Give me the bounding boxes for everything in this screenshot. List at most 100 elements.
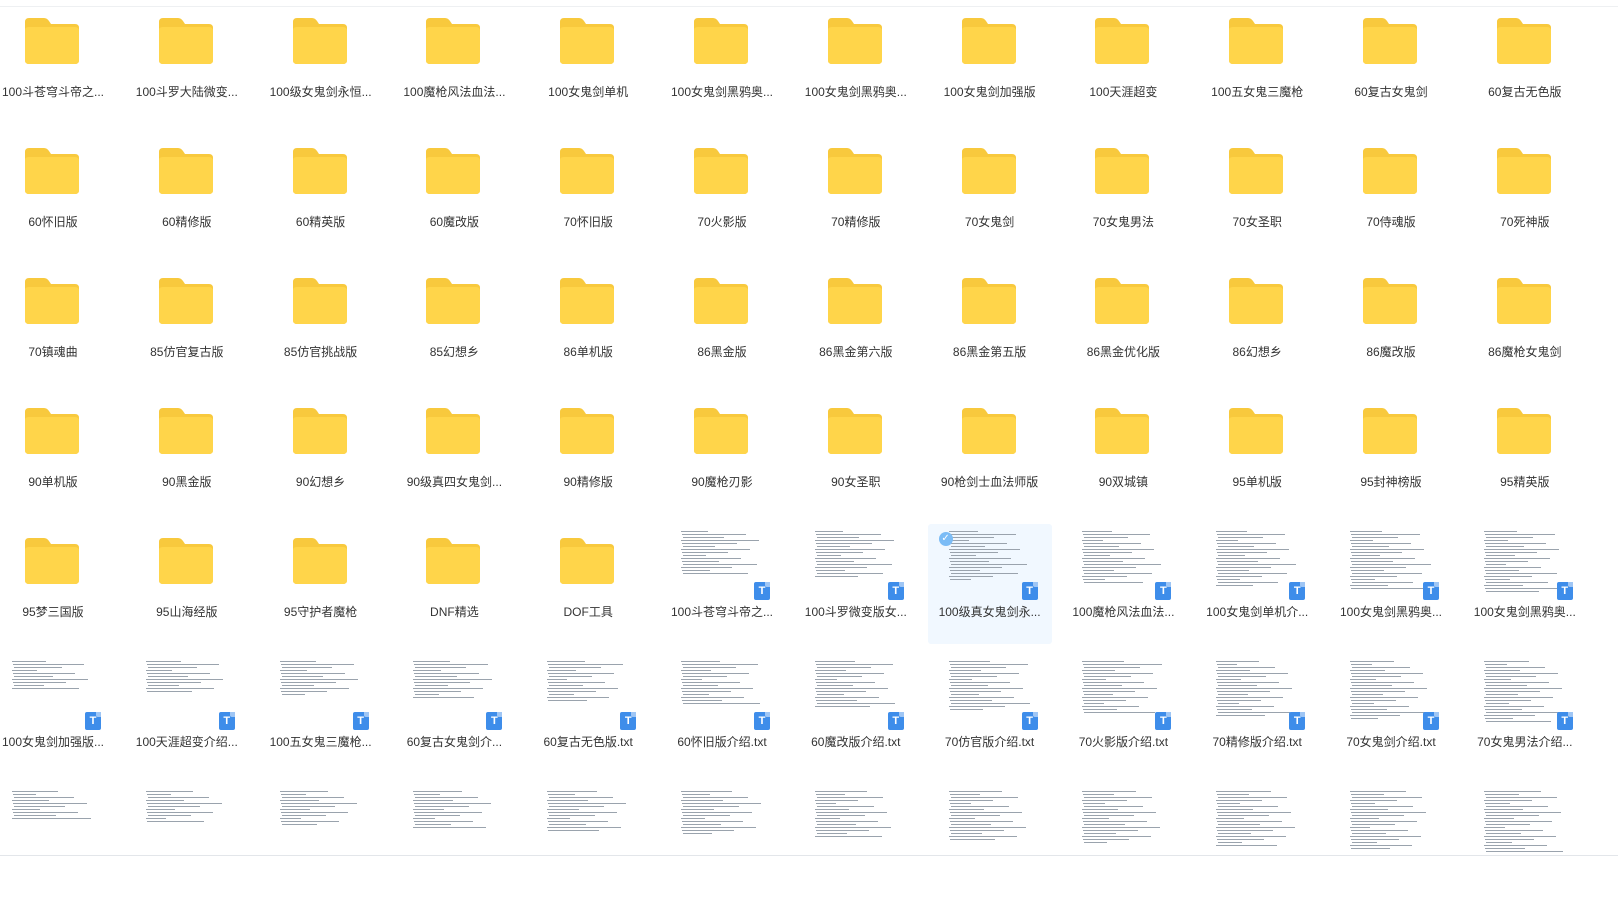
- folder-item[interactable]: 70精修版: [794, 134, 918, 254]
- text-type-badge-icon: T: [1289, 712, 1306, 730]
- selected-check-icon[interactable]: ✓: [938, 532, 953, 546]
- folder-item[interactable]: 100魔枪风法血法...: [392, 4, 516, 124]
- file-item[interactable]: T ✓ 100级真女鬼剑永...: [927, 524, 1052, 644]
- folder-item[interactable]: 100天涯超变: [1061, 4, 1185, 124]
- folder-item[interactable]: 100女鬼剑黑鸦奥...: [794, 4, 918, 124]
- folder-item[interactable]: 95守护者魔枪: [259, 524, 383, 644]
- file-item[interactable]: [1463, 784, 1587, 904]
- file-item[interactable]: T 100女鬼剑单机介...: [1195, 524, 1319, 644]
- file-item[interactable]: T 100女鬼剑黑鸦奥...: [1329, 524, 1453, 644]
- file-item[interactable]: T 100女鬼剑黑鸦奥...: [1463, 524, 1587, 644]
- folder-item[interactable]: 60复古无色版: [1463, 4, 1587, 124]
- folder-item[interactable]: 90级真四女鬼剑...: [392, 394, 516, 514]
- text-file-icon: [1078, 528, 1162, 592]
- folder-item[interactable]: 86魔枪女鬼剑: [1463, 264, 1587, 384]
- file-item[interactable]: T 70女鬼剑介绍.txt: [1329, 654, 1453, 774]
- item-label: DNF精选: [430, 605, 479, 619]
- folder-item[interactable]: 90精修版: [526, 394, 650, 514]
- folder-item[interactable]: 60精英版: [259, 134, 383, 254]
- item-label: 85仿官挑战版: [283, 345, 358, 359]
- folder-item[interactable]: 90女圣职: [794, 394, 918, 514]
- folder-item[interactable]: 90单机版: [0, 394, 115, 514]
- folder-item[interactable]: 70女鬼剑: [928, 134, 1052, 254]
- text-file-icon: [8, 788, 92, 852]
- file-item[interactable]: T 60怀旧版介绍.txt: [660, 654, 784, 774]
- folder-item[interactable]: 60复古女鬼剑: [1329, 4, 1453, 124]
- folder-item[interactable]: 90双城镇: [1061, 394, 1185, 514]
- file-item[interactable]: [526, 784, 650, 904]
- folder-item[interactable]: DOF工具: [526, 524, 650, 644]
- folder-item[interactable]: 70火影版: [660, 134, 784, 254]
- folder-item[interactable]: 60魔改版: [392, 134, 516, 254]
- file-item[interactable]: T 70火影版介绍.txt: [1061, 654, 1185, 774]
- folder-item[interactable]: 100女鬼剑单机: [526, 4, 650, 124]
- folder-item[interactable]: 90幻想乡: [259, 394, 383, 514]
- folder-item[interactable]: 86魔改版: [1329, 264, 1453, 384]
- folder-item[interactable]: 86单机版: [526, 264, 650, 384]
- text-file-icon: [677, 658, 761, 722]
- file-item[interactable]: [794, 784, 918, 904]
- file-item[interactable]: T 100斗罗微变版女...: [794, 524, 918, 644]
- folder-item[interactable]: 95山海经版: [125, 524, 249, 644]
- file-item[interactable]: T 60复古无色版.txt: [526, 654, 650, 774]
- folder-item[interactable]: 85仿官挑战版: [259, 264, 383, 384]
- folder-item[interactable]: 100五女鬼三魔枪: [1195, 4, 1319, 124]
- folder-item[interactable]: 86黑金优化版: [1061, 264, 1185, 384]
- item-label: 70仿官版介绍.txt: [944, 735, 1035, 749]
- folder-item[interactable]: 95精英版: [1463, 394, 1587, 514]
- folder-item[interactable]: 95单机版: [1195, 394, 1319, 514]
- folder-item[interactable]: 70侍魂版: [1329, 134, 1453, 254]
- folder-item[interactable]: 90魔枪刃影: [660, 394, 784, 514]
- item-label: 60复古无色版.txt: [543, 735, 633, 749]
- file-item[interactable]: T 70精修版介绍.txt: [1195, 654, 1319, 774]
- file-item[interactable]: [259, 784, 383, 904]
- file-item[interactable]: T 100女鬼剑加强版...: [0, 654, 115, 774]
- file-item[interactable]: T 100斗苍穹斗帝之...: [660, 524, 784, 644]
- folder-item[interactable]: 70怀旧版: [526, 134, 650, 254]
- folder-item[interactable]: DNF精选: [392, 524, 516, 644]
- folder-item[interactable]: 70女圣职: [1195, 134, 1319, 254]
- folder-item[interactable]: 85幻想乡: [392, 264, 516, 384]
- folder-item[interactable]: 70镇魂曲: [0, 264, 115, 384]
- file-item[interactable]: T 70仿官版介绍.txt: [928, 654, 1052, 774]
- folder-item[interactable]: 85仿官复古版: [125, 264, 249, 384]
- text-file-icon: [276, 788, 360, 852]
- folder-item[interactable]: 100斗苍穹斗帝之...: [0, 4, 115, 124]
- file-item[interactable]: [1329, 784, 1453, 904]
- folder-item[interactable]: 100女鬼剑加强版: [928, 4, 1052, 124]
- file-item[interactable]: T 100魔枪风法血法...: [1061, 524, 1185, 644]
- item-label: 100天涯超变: [1089, 85, 1158, 99]
- folder-item[interactable]: 86黑金第六版: [794, 264, 918, 384]
- folder-item[interactable]: 86黑金版: [660, 264, 784, 384]
- file-item[interactable]: [0, 784, 115, 904]
- file-item[interactable]: T 60复古女鬼剑介...: [392, 654, 516, 774]
- file-item[interactable]: T 70女鬼男法介绍...: [1463, 654, 1587, 774]
- folder-item[interactable]: 86幻想乡: [1195, 264, 1319, 384]
- folder-item[interactable]: 70女鬼男法: [1061, 134, 1185, 254]
- file-item[interactable]: T 100五女鬼三魔枪...: [259, 654, 383, 774]
- folder-item[interactable]: 60怀旧版: [0, 134, 115, 254]
- file-item[interactable]: [1195, 784, 1319, 904]
- file-item[interactable]: T 100天涯超变介绍...: [125, 654, 249, 774]
- folder-item[interactable]: 100女鬼剑黑鸦奥...: [660, 4, 784, 124]
- item-label: 95守护者魔枪: [283, 605, 358, 619]
- folder-item[interactable]: 90枪剑士血法师版: [928, 394, 1052, 514]
- text-file-icon: [543, 788, 627, 852]
- folder-item[interactable]: 95梦三国版: [0, 524, 115, 644]
- text-file-icon: [142, 658, 226, 722]
- folder-item[interactable]: 86黑金第五版: [928, 264, 1052, 384]
- folder-item[interactable]: 95封神榜版: [1329, 394, 1453, 514]
- file-item[interactable]: [928, 784, 1052, 904]
- folder-item[interactable]: 100斗罗大陆微变...: [125, 4, 249, 124]
- text-type-badge-icon: T: [754, 582, 770, 600]
- file-item[interactable]: [1061, 784, 1185, 904]
- file-item[interactable]: [392, 784, 516, 904]
- file-item[interactable]: [660, 784, 784, 904]
- folder-item[interactable]: 70死神版: [1463, 134, 1587, 254]
- folder-item[interactable]: 100级女鬼剑永恒...: [259, 4, 383, 124]
- file-item[interactable]: [125, 784, 249, 904]
- folder-item[interactable]: 60精修版: [125, 134, 249, 254]
- folder-item[interactable]: 90黑金版: [125, 394, 249, 514]
- file-item[interactable]: T 60魔改版介绍.txt: [794, 654, 918, 774]
- item-label: 60怀旧版: [28, 215, 78, 229]
